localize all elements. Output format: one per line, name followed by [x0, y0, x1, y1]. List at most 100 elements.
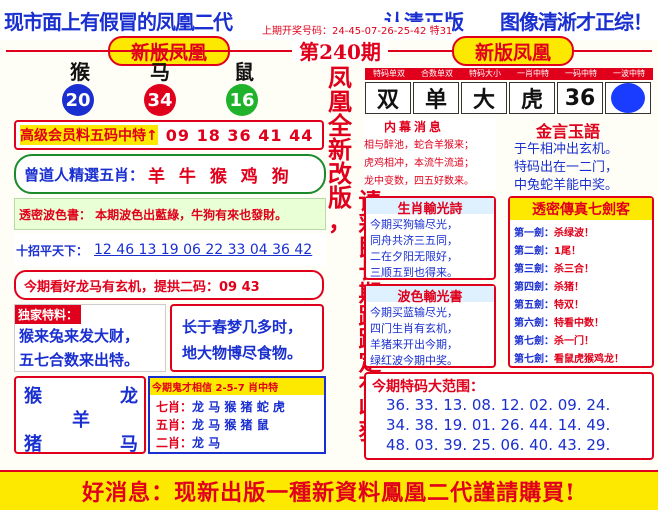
sword-item: 第一劍：杀绿波！	[514, 224, 652, 242]
wave-tip-row: 透密波色書： 本期波色出藍綠，牛狗有來也發財。	[14, 198, 326, 230]
lottery-page: 现市面上有假冒的凤凰二代 认清正版 图像清淅才正综！ 上期开奖号码：24-45-…	[0, 0, 658, 510]
zodiac-animal-2: 马	[150, 60, 170, 84]
spring-dream-line-2: 地大物博尽食物。	[182, 344, 303, 362]
zodiac-ball-2: 34	[144, 84, 176, 116]
issue-number-box: 第240期	[292, 38, 388, 64]
special-info-box: 独家特料： 猴来兔来发大财， 五七合数来出特。	[14, 304, 166, 372]
four-zodiac-2: 龙	[120, 386, 138, 407]
inner-news-line-2: 虎鸡相冲，本流牛流道；	[364, 158, 474, 169]
golden-words-box: 金言玉語 于午相冲出玄机。 特码出在一二门， 中兔蛇羊能中奖。	[506, 118, 656, 194]
seven-swords-title: 透密傳真七劍客	[532, 202, 630, 218]
wave-poem-line-2: 四门生肖有玄机，	[370, 322, 458, 335]
sword-text: 杀绿波！	[554, 228, 594, 239]
shengxiao-poem-line-4: 三顺五到也得来。	[370, 266, 458, 279]
special-info-line-1: 猴来兔来发大财，	[19, 327, 140, 345]
seven-swords-box: 透密傳真七劍客 第一劍：杀绿波！ 第二劍：1尾！ 第三劍：杀三合！ 第四劍：杀猪…	[508, 196, 654, 368]
wave-poem-box: 波色輸光書 今期买蓝输尽光， 四门生肖有玄机， 羊猪来开出今期， 绿红波今期中奖…	[364, 284, 496, 368]
sword-item: 第三劍：杀三合！	[514, 260, 652, 278]
ghost-talent-line-3-label: 二肖：	[156, 436, 193, 450]
shengxiao-poem-line-1: 今期买狗输尽光，	[370, 218, 458, 231]
inner-news-title: 内幕消息	[384, 120, 445, 134]
sword-label: 第四劍：	[514, 282, 554, 293]
ghost-talent-line-3: 二肖：龙 马	[156, 434, 220, 451]
four-zodiac-1: 猴	[24, 386, 42, 407]
sword-label: 第七劍：	[514, 336, 554, 347]
ghost-talent-line-1: 七肖：龙 马 猴 猪 蛇 虎	[156, 398, 285, 415]
header-cell-1: 特码单双	[373, 69, 405, 78]
wave-poem-title-bar: 波色輸光書	[366, 286, 494, 305]
sword-label: 第二劍：	[514, 246, 554, 257]
issue-number: 第240期	[299, 39, 381, 64]
sword-text: 特看中数！	[554, 318, 604, 329]
special-info-title: 独家特料：	[15, 305, 82, 324]
four-zodiac-3: 羊	[72, 410, 90, 431]
sword-label: 第三劍：	[514, 264, 554, 275]
wave-color-ball	[611, 83, 645, 113]
golden-words-line-1: 于午相冲出玄机。	[514, 142, 619, 157]
sword-item: 第二劍：1尾！	[514, 242, 652, 260]
golden-words-line-3: 中兔蛇羊能中奖。	[514, 178, 619, 193]
wave-tip-text: 透密波色書： 本期波色出藍綠，牛狗有來也發財。	[19, 207, 288, 222]
zodiac-animal-1: 猴	[70, 60, 90, 84]
ghost-talent-line-2-label: 五肖：	[156, 418, 193, 432]
value-wave	[605, 82, 651, 114]
ghost-talent-box: 今期鬼才相信 2-5-7 肖中特 七肖：龙 马 猴 猪 蛇 虎 五肖：龙 马 猴…	[148, 376, 326, 454]
badge-right-text: 新版凤凰	[474, 41, 551, 64]
value-big-small: 大	[461, 82, 507, 114]
five-zodiac-row: 曾道人精選五肖： 羊 牛 猴 鸡 狗	[14, 154, 326, 194]
ghost-talent-line-1-text: 龙 马 猴 猪 蛇 虎	[192, 400, 285, 414]
ghost-talent-line-1-label: 七肖：	[156, 400, 193, 414]
header-cell-5: 一码中特	[565, 69, 597, 78]
ghost-talent-title: 今期鬼才相信 2-5-7 肖中特	[150, 378, 324, 395]
ten-codes-value: 12 46 13 19 06 22 33 04 36 42	[94, 242, 313, 258]
golden-words-line-2: 特码出在一二门，	[514, 160, 619, 175]
sword-text: 1尾！	[554, 246, 581, 257]
spring-dream-line-1: 长于春梦几多时，	[182, 318, 303, 336]
value-zodiac: 虎	[509, 82, 555, 114]
value-odd-even-text: 双	[376, 87, 399, 113]
value-sum-odd-even-text: 单	[424, 87, 447, 113]
value-sum-odd-even: 单	[413, 82, 459, 114]
wave-poem-title: 波色輸光書	[397, 290, 463, 305]
sword-item: 第七劍：看鼠虎猴鸡龙！	[514, 350, 652, 368]
sword-text: 杀一门！	[554, 336, 594, 347]
result-table-header: 特码单双 合数单双 特码大小 一肖中特 一码中特 一波中特	[365, 68, 653, 80]
sword-text: 杀三合！	[554, 264, 594, 275]
zodiac-ball-1-number: 20	[65, 89, 91, 111]
ghost-talent-line-2: 五肖：龙 马 猴 猪 鼠	[156, 416, 269, 433]
five-codes-row: 高级会员料五码中特↑ 09 18 36 41 44	[14, 120, 324, 150]
zodiac-ball-2-number: 34	[147, 89, 173, 111]
wave-poem-line-3: 羊猪来开出今期，	[370, 338, 458, 351]
sword-label: 第七劍：	[514, 354, 554, 365]
footer-text: 好消息：现新出版一種新資料鳳凰二代謹請購買!	[82, 480, 576, 506]
badge-right: 新版凤凰	[452, 36, 574, 66]
sword-item: 第七劍：杀一门！	[514, 332, 652, 350]
sword-label: 第六劍：	[514, 318, 554, 329]
two-codes-row: 今期看好龙马有玄机，提拱二码：09 43	[14, 270, 324, 300]
big-range-row-2: 34. 38. 19. 01. 26. 44. 14. 49.	[386, 416, 611, 434]
sword-item: 第四劍：杀猪！	[514, 278, 652, 296]
sword-item: 第五劍：特双！	[514, 296, 652, 314]
seven-swords-title-bar: 透密傳真七劍客	[510, 198, 652, 220]
five-codes-label: 高级会员料五码中特↑	[20, 125, 158, 145]
seven-swords-list: 第一劍：杀绿波！ 第二劍：1尾！ 第三劍：杀三合！ 第四劍：杀猪！ 第五劍：特双…	[514, 224, 652, 368]
five-zodiac-label: 曾道人精選五肖：	[24, 165, 145, 184]
two-codes-text: 今期看好龙马有玄机，提拱二码：09 43	[24, 279, 260, 295]
shengxiao-poem-title: 生肖輸光詩	[397, 202, 463, 217]
value-zodiac-text: 虎	[520, 87, 543, 113]
result-table: 特码单双 合数单双 特码大小 一肖中特 一码中特 一波中特 双 单 大 虎 36	[365, 68, 653, 114]
shengxiao-poem-box: 生肖輸光詩 今期买狗输尽光， 同舟共济三五同， 二在夕阳无限好， 三顺五到也得来…	[364, 196, 496, 280]
zodiac-animal-3: 鼠	[234, 60, 254, 84]
zodiac-ball-3: 16	[226, 84, 258, 116]
sword-text: 特双！	[554, 300, 584, 311]
special-info-line-2: 五七合数来出特。	[19, 351, 140, 369]
sword-label: 第一劍：	[514, 228, 554, 239]
five-zodiac-value: 羊 牛 猴 鸡 狗	[148, 166, 293, 187]
shengxiao-poem-line-2: 同舟共济三五同，	[370, 234, 458, 247]
header-cell-4: 一肖中特	[517, 69, 549, 78]
five-codes-value: 09 18 36 41 44	[165, 125, 314, 145]
inner-news-line-3: 龙中变数，四五好数来。	[364, 176, 474, 187]
four-zodiac-box: 猴 龙 羊 猪 马	[14, 376, 146, 455]
shengxiao-poem-line-3: 二在夕阳无限好，	[370, 250, 458, 263]
zodiac-balls: 猴 马 鼠 20 34 16	[50, 56, 280, 118]
